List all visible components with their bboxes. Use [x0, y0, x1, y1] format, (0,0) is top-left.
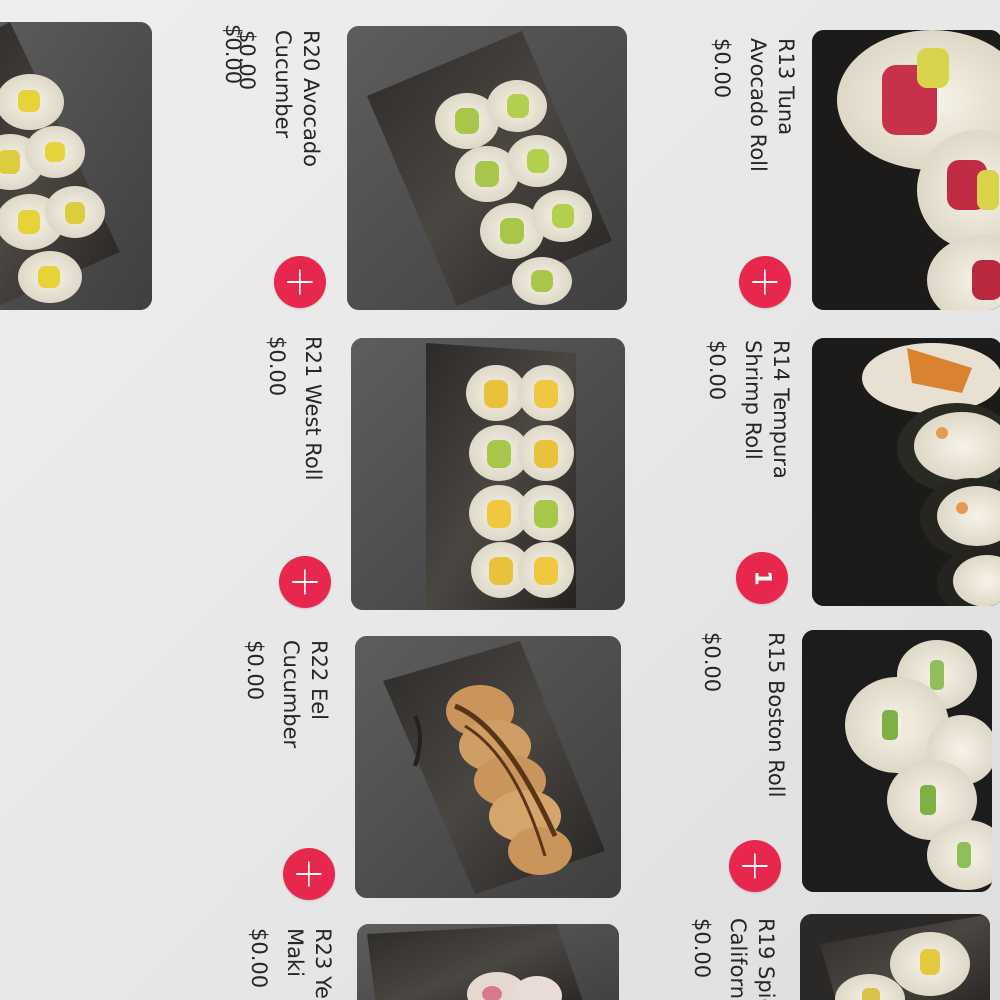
item-name-line1: R19 Spic	[754, 918, 778, 1000]
item-text: R15 Boston Roll $0.00	[698, 632, 790, 797]
add-to-cart-button[interactable]: +	[283, 848, 335, 900]
item-image[interactable]	[357, 924, 619, 1000]
item-text: R21 West Roll $0.00	[263, 336, 327, 480]
item-image[interactable]	[802, 630, 992, 892]
item-image[interactable]	[351, 338, 625, 610]
item-name-line2	[734, 632, 762, 797]
plus-icon: +	[731, 849, 778, 883]
item-text: $0.00	[219, 24, 247, 84]
item-name-line1: R14 Tempura	[769, 340, 793, 479]
menu-screen: R13 Tuna Avocado Roll $0.00 + R14 Tempur…	[0, 0, 1000, 1000]
item-name-line1: R21 West Roll	[301, 336, 325, 481]
plus-icon: +	[741, 265, 788, 299]
cart-quantity-button[interactable]: 1	[736, 552, 788, 604]
item-image[interactable]	[800, 914, 990, 1000]
item-name-line2: Maki	[283, 928, 307, 977]
item-image[interactable]	[0, 22, 152, 310]
item-image[interactable]	[812, 338, 1000, 606]
item-name-line2: Cucumber	[279, 640, 303, 749]
item-name-line1: R20 Avocado	[299, 30, 323, 167]
item-price: $0.00	[705, 340, 729, 401]
item-price: $0.00	[690, 918, 714, 979]
item-price: $0.00	[265, 336, 289, 397]
plus-icon: +	[281, 565, 328, 599]
add-to-cart-button[interactable]: +	[739, 256, 791, 308]
item-image[interactable]	[347, 26, 627, 310]
item-price: $0.00	[243, 640, 267, 701]
add-to-cart-button[interactable]: +	[274, 256, 326, 308]
item-text: R14 Tempura Shrimp Roll $0.00	[703, 340, 795, 479]
item-text: R23 Ye Maki $0.00	[245, 928, 337, 999]
item-name-line2: Shrimp Roll	[741, 340, 765, 460]
item-image[interactable]	[812, 30, 1000, 310]
item-quantity: 1	[750, 570, 775, 586]
item-price: $0.00	[710, 38, 734, 99]
item-name-line2: Cucumber	[271, 30, 295, 139]
item-text: R13 Tuna Avocado Roll $0.00	[708, 38, 800, 172]
add-to-cart-button[interactable]: +	[729, 840, 781, 892]
item-text: R19 Spic Californ $0.00	[688, 918, 780, 1000]
item-name-line1: R13 Tuna	[774, 38, 798, 136]
item-text: R22 Eel Cucumber $0.00	[241, 640, 333, 748]
add-to-cart-button[interactable]: +	[279, 556, 331, 608]
item-name-line2: Californ	[726, 918, 750, 1000]
item-name-line1: R23 Ye	[311, 928, 335, 999]
item-price: $0.00	[247, 928, 271, 989]
item-price: $0.00	[700, 632, 724, 693]
item-name-line2: Avocado Roll	[746, 38, 770, 172]
plus-icon: +	[276, 265, 323, 299]
item-price: $0.00	[221, 24, 245, 85]
item-image[interactable]	[355, 636, 621, 898]
plus-icon: +	[285, 857, 332, 891]
item-name-line1: R15 Boston Roll	[764, 632, 788, 798]
item-name-line1: R22 Eel	[307, 640, 331, 721]
